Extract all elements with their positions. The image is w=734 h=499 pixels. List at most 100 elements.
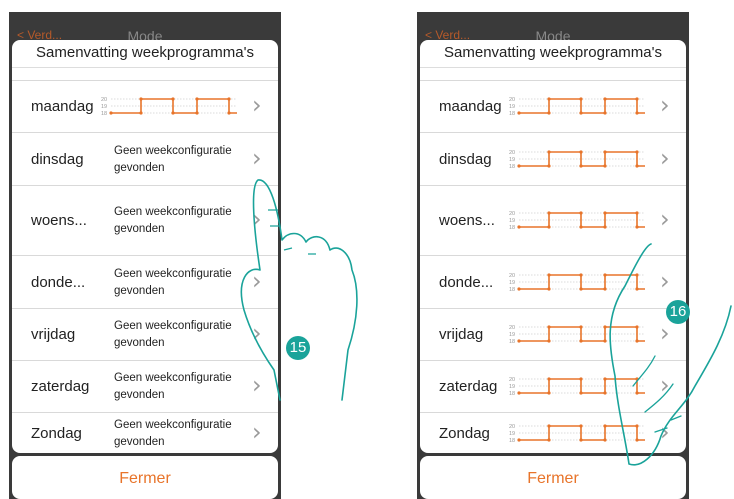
divider <box>420 67 686 68</box>
chevron-right-icon[interactable]: › <box>660 205 670 233</box>
profile-point <box>579 164 583 168</box>
day-label: vrijdag <box>439 326 484 343</box>
day-label: woens... <box>439 212 495 229</box>
profile-point <box>603 211 607 215</box>
chevron-right-icon[interactable]: › <box>252 144 262 172</box>
profile-point <box>603 164 607 168</box>
day-label: Zondag <box>439 425 490 442</box>
profile-point <box>547 377 551 381</box>
profile-point <box>109 111 113 115</box>
profile-point <box>603 150 607 154</box>
scale-tick-label: 20 <box>509 211 515 217</box>
scale-tick-label: 19 <box>101 104 107 110</box>
profile-point <box>579 211 583 215</box>
day-label: Zondag <box>31 425 82 442</box>
close-button[interactable]: Fermer <box>12 456 278 499</box>
sheet-title: Samenvatting weekprogramma's <box>444 44 662 61</box>
no-config-text: Geen weekconfiguratie gevonden <box>114 372 232 401</box>
profile-point <box>635 97 639 101</box>
profile-point <box>579 339 583 343</box>
scale-tick-label: 18 <box>509 438 515 444</box>
profile-point <box>579 150 583 154</box>
scale-tick-label: 18 <box>509 164 515 170</box>
profile-point <box>195 97 199 101</box>
chevron-right-icon[interactable]: › <box>660 91 670 119</box>
pointing-hand-icon <box>609 243 732 466</box>
no-config-text: Geen weekconfiguratie gevonden <box>114 268 232 297</box>
scale-tick-label: 19 <box>509 157 515 163</box>
scale-tick-label: 19 <box>509 104 515 110</box>
no-config-text: Geen weekconfiguratie gevonden <box>114 145 232 174</box>
pointing-hand-icon <box>240 179 358 401</box>
scale-tick-label: 19 <box>509 384 515 390</box>
step-badge: 16 <box>666 300 690 324</box>
scale-tick-label: 19 <box>509 218 515 224</box>
chevron-right-icon[interactable]: › <box>660 144 670 172</box>
day-label: vrijdag <box>31 326 76 343</box>
day-label: dinsdag <box>31 151 84 168</box>
profile-point <box>603 111 607 115</box>
day-label: dinsdag <box>439 151 492 168</box>
profile-point <box>579 273 583 277</box>
profile-point <box>579 97 583 101</box>
day-label: zaterdag <box>439 378 498 395</box>
day-program-chart: 201918 <box>509 211 645 231</box>
scale-tick-label: 19 <box>509 431 515 437</box>
profile-point <box>227 111 231 115</box>
profile-point <box>579 287 583 291</box>
profile-point <box>603 97 607 101</box>
profile-point <box>635 111 639 115</box>
no-config-text: Geen weekconfiguratie gevonden <box>114 419 232 448</box>
profile-point <box>517 111 521 115</box>
profile-point <box>635 164 639 168</box>
profile-point <box>547 287 551 291</box>
scale-tick-label: 20 <box>509 325 515 331</box>
profile-point <box>195 111 199 115</box>
no-config-text: Geen weekconfiguratie gevonden <box>114 320 232 349</box>
day-row[interactable]: Zondag Geen weekconfiguratie gevonden › <box>12 412 278 453</box>
profile-point <box>139 111 143 115</box>
profile-point <box>635 150 639 154</box>
profile-point <box>579 424 583 428</box>
day-row[interactable]: dinsdag 20 19 18 › <box>420 132 686 186</box>
chevron-right-icon[interactable]: › <box>252 91 262 119</box>
day-program-chart: 201918 <box>509 97 645 117</box>
day-row[interactable]: maandag 20 19 18 › <box>420 80 686 133</box>
profile-point <box>547 325 551 329</box>
chevron-right-icon[interactable]: › <box>252 418 262 446</box>
profile-point <box>547 225 551 229</box>
scale-tick-label: 18 <box>509 391 515 397</box>
profile-point <box>603 225 607 229</box>
profile-point <box>579 225 583 229</box>
scale-tick-label: 20 <box>101 97 107 103</box>
profile-point <box>547 424 551 428</box>
profile-point <box>517 164 521 168</box>
profile-point <box>579 377 583 381</box>
scale-tick-label: 18 <box>509 111 515 117</box>
profile-point <box>517 287 521 291</box>
scale-tick-label: 19 <box>509 280 515 286</box>
profile-point <box>547 97 551 101</box>
no-config-text: Geen weekconfiguratie gevonden <box>114 206 232 235</box>
day-label: woens... <box>31 212 87 229</box>
day-row[interactable]: maandag 20 19 18 › <box>12 80 278 133</box>
scale-tick-label: 19 <box>509 332 515 338</box>
profile-point <box>547 211 551 215</box>
divider <box>12 67 278 68</box>
profile-point <box>517 391 521 395</box>
profile-point <box>517 225 521 229</box>
profile-point <box>579 438 583 442</box>
profile-point <box>171 111 175 115</box>
day-label: maandag <box>439 98 502 115</box>
profile-point <box>547 391 551 395</box>
profile-point <box>547 164 551 168</box>
profile-point <box>547 150 551 154</box>
profile-point <box>547 273 551 277</box>
scale-tick-label: 18 <box>509 225 515 231</box>
day-label: maandag <box>31 98 94 115</box>
profile-point <box>517 339 521 343</box>
profile-point <box>139 97 143 101</box>
profile-point <box>579 111 583 115</box>
day-label: donde... <box>31 274 86 291</box>
profile-point <box>635 211 639 215</box>
